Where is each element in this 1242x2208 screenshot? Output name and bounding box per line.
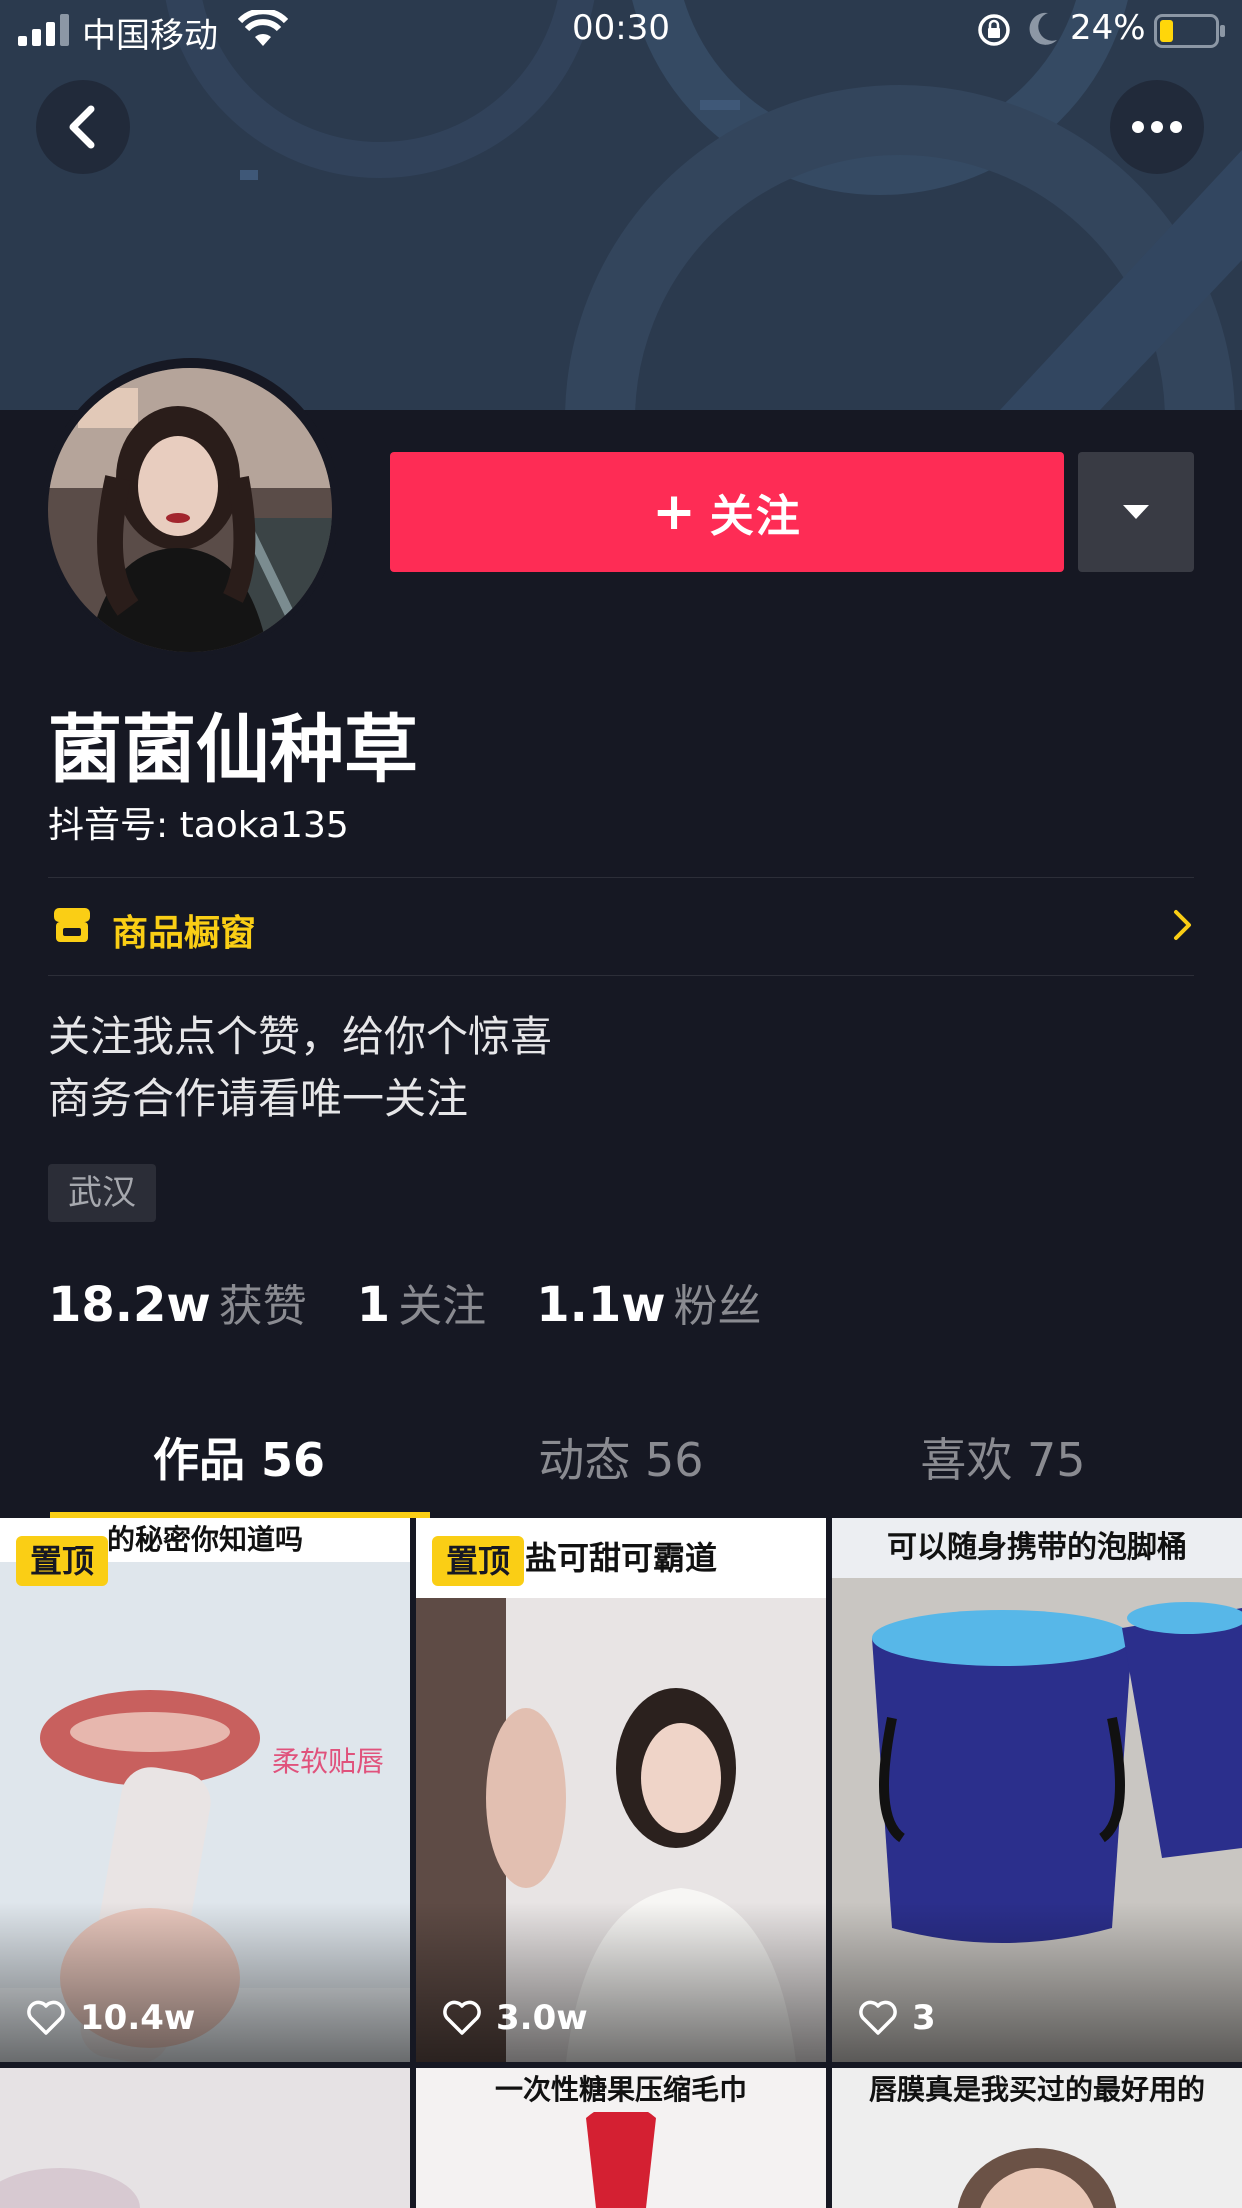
follow-label: 关注: [709, 491, 802, 542]
chevron-right-icon: [1174, 910, 1191, 940]
shop-icon: [54, 908, 90, 942]
heart-outline-icon: [27, 2000, 65, 2035]
more-dots-icon: [1132, 121, 1182, 133]
video-grid: 的秘密你知道吗 柔软贴唇 置顶 10.4w 盐可甜可霸道 置顶 3.0w 可以随…: [0, 1518, 1242, 2208]
avatar[interactable]: [48, 368, 332, 652]
like-count: 3.0w: [442, 1998, 588, 2038]
heart-outline-icon: [859, 2000, 897, 2035]
product-showcase-link[interactable]: 商品橱窗: [48, 878, 1194, 974]
rotation-lock-icon: [978, 14, 1010, 46]
location-tag: 武汉: [48, 1164, 156, 1222]
video-thumbnail[interactable]: 一次性糖果压缩毛巾: [416, 2068, 826, 2208]
profile-stats: 18.2w 获赞 1 关注 1.1w 粉丝: [48, 1270, 812, 1333]
tab-works[interactable]: 作品 56: [48, 1420, 430, 1500]
stat-value: 18.2w: [48, 1277, 211, 1333]
douyin-id: 抖音号: taoka135: [48, 805, 349, 846]
video-thumbnail[interactable]: 的秘密你知道吗 柔软贴唇 置顶 10.4w: [0, 1518, 410, 2062]
stat-value: 1.1w: [536, 1277, 666, 1333]
video-caption: 唇膜真是我买过的最好用的: [832, 2068, 1242, 2112]
stat-followers[interactable]: 1.1w 粉丝: [536, 1270, 761, 1334]
back-button[interactable]: [36, 80, 130, 174]
video-thumbnail[interactable]: 盐可甜可霸道 置顶 3.0w: [416, 1518, 826, 2062]
stat-label: 获赞: [218, 1281, 307, 1332]
caret-down-icon: [1123, 505, 1149, 519]
content-tabs: 作品 56 动态 56 喜欢 75: [0, 1420, 1242, 1520]
stat-likes[interactable]: 18.2w 获赞: [48, 1270, 307, 1334]
video-overlay-text: 柔软贴唇: [272, 1745, 385, 1778]
plus-icon: +: [652, 482, 698, 542]
recommend-dropdown-button[interactable]: [1078, 452, 1194, 572]
tab-likes[interactable]: 喜欢 75: [812, 1420, 1194, 1500]
battery-icon: [1154, 14, 1225, 48]
bio: 关注我点个赞，给你个惊喜 商务合作请看唯一关注: [48, 1006, 552, 1130]
follow-button[interactable]: + 关注: [390, 452, 1064, 572]
like-count-value: 3.0w: [496, 1998, 588, 2038]
pinned-badge: 置顶: [432, 1536, 525, 1586]
more-button[interactable]: [1110, 80, 1204, 174]
video-caption: 一次性糖果压缩毛巾: [416, 2068, 826, 2112]
stat-label: 粉丝: [673, 1281, 762, 1332]
pinned-badge: 置顶: [16, 1536, 109, 1586]
battery-percent: 24%: [1070, 8, 1146, 48]
heart-outline-icon: [443, 2000, 481, 2035]
chevron-left-icon: [69, 105, 95, 149]
bio-line: 商务合作请看唯一关注: [48, 1074, 469, 1123]
moon-icon: [1029, 12, 1057, 45]
nickname: 菌菌仙种草: [48, 707, 418, 793]
stat-following[interactable]: 1 关注: [357, 1270, 486, 1334]
video-thumbnail[interactable]: 唇膜真是我买过的最好用的: [832, 2068, 1242, 2208]
showcase-label: 商品橱窗: [112, 913, 257, 954]
like-count: 10.4w: [26, 1998, 195, 2038]
status-bar: 中国移动 00:30 24%: [0, 0, 1242, 60]
divider: [48, 975, 1194, 976]
like-count-value: 10.4w: [80, 1998, 196, 2038]
profile-cover: [0, 0, 1242, 410]
video-caption: 可以随身携带的泡脚桶: [832, 1518, 1242, 1578]
video-thumbnail[interactable]: 可以随身携带的泡脚桶 3: [832, 1518, 1242, 2062]
like-count: 3: [858, 1998, 936, 2038]
like-count-value: 3: [912, 1998, 936, 2038]
video-thumbnail[interactable]: [0, 2068, 410, 2208]
tab-posts[interactable]: 动态 56: [430, 1420, 812, 1500]
bio-line: 关注我点个赞，给你个惊喜: [48, 1012, 553, 1061]
stat-label: 关注: [398, 1281, 487, 1332]
stat-value: 1: [356, 1277, 391, 1333]
